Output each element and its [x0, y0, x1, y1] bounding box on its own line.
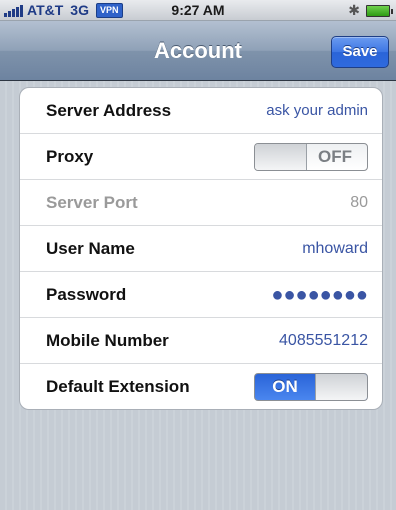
bluetooth-icon: ✱	[348, 2, 360, 18]
proxy-label: Proxy	[46, 147, 94, 166]
mobile-number-label: Mobile Number	[46, 331, 169, 350]
server-port-field: 80	[350, 194, 368, 211]
default-extension-toggle-knob[interactable]	[315, 374, 367, 400]
user-name-row[interactable]: User Name mhoward	[20, 226, 382, 272]
default-extension-label: Default Extension	[46, 377, 190, 396]
navigation-bar: Account Save	[0, 21, 396, 81]
mobile-number-row[interactable]: Mobile Number 4085551212	[20, 318, 382, 364]
user-name-label: User Name	[46, 239, 135, 258]
account-settings-group: Server Address ask your admin Proxy OFF …	[19, 87, 383, 410]
server-address-row[interactable]: Server Address ask your admin	[20, 88, 382, 134]
password-row[interactable]: Password ●●●●●●●●	[20, 272, 382, 318]
battery-charging-icon	[366, 4, 393, 17]
server-port-row: Server Port 80	[20, 180, 382, 226]
password-field[interactable]: ●●●●●●●●	[271, 272, 368, 318]
proxy-row: Proxy OFF	[20, 134, 382, 180]
default-extension-row: Default Extension ON	[20, 364, 382, 409]
default-extension-toggle-state: ON	[272, 377, 298, 396]
proxy-toggle-state: OFF	[318, 147, 352, 166]
proxy-toggle-knob[interactable]	[255, 144, 307, 170]
status-time: 9:27 AM	[171, 2, 225, 18]
proxy-toggle[interactable]: OFF	[254, 143, 368, 171]
server-address-label: Server Address	[46, 101, 172, 120]
status-bar: AT&T 3G VPN 9:27 AM ✱	[0, 0, 396, 21]
server-port-label: Server Port	[46, 193, 138, 212]
mobile-number-field[interactable]: 4085551212	[279, 318, 368, 364]
status-right: ✱	[348, 2, 393, 19]
default-extension-toggle[interactable]: ON	[254, 373, 368, 401]
server-address-field[interactable]: ask your admin	[266, 88, 368, 134]
user-name-field[interactable]: mhoward	[302, 226, 368, 272]
save-button[interactable]: Save	[331, 36, 389, 68]
password-label: Password	[46, 285, 127, 304]
